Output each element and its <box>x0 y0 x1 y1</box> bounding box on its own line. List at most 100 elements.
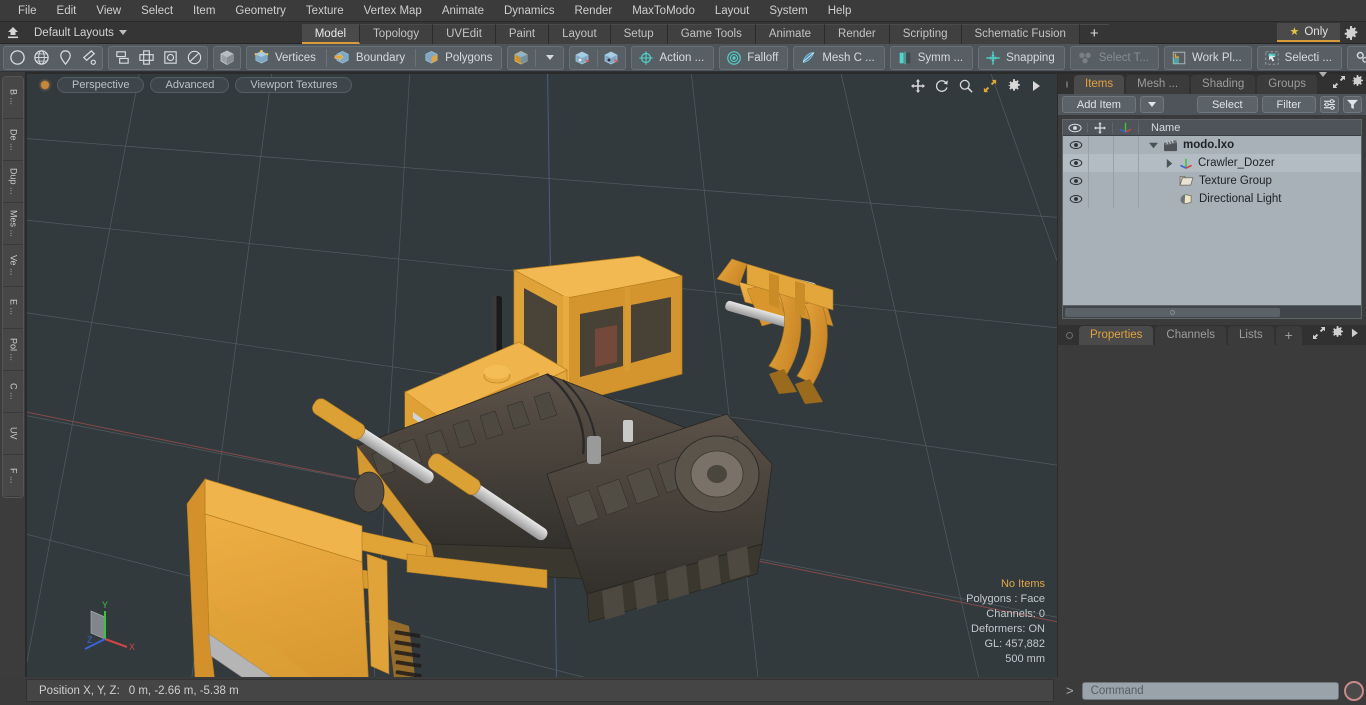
filter-button[interactable]: Filter <box>1261 96 1316 113</box>
tree-item-directional-light[interactable]: Directional Light <box>1139 193 1281 205</box>
sidebar-item-uv[interactable]: UV <box>2 413 23 455</box>
cube-grey-icon[interactable] <box>215 47 239 69</box>
funnel-icon[interactable] <box>1343 96 1362 113</box>
scrollbar-thumb[interactable] <box>1065 308 1280 317</box>
menu-item-file[interactable]: File <box>8 0 47 22</box>
home-up-icon[interactable] <box>2 23 24 43</box>
sidebar-item-curve[interactable]: C ... <box>2 371 23 413</box>
cube-pick-a-icon[interactable] <box>571 47 595 69</box>
square-dot-icon[interactable] <box>158 47 182 69</box>
sidebar-item-basic[interactable]: B ... <box>2 77 23 119</box>
row-move-cell[interactable] <box>1088 190 1113 208</box>
falloff-button[interactable]: Falloff <box>721 47 786 69</box>
arrow-right-icon[interactable] <box>1031 79 1041 96</box>
tab-topology[interactable]: Topology <box>360 23 434 44</box>
row-axis-cell[interactable] <box>1113 154 1139 172</box>
tab-uvedit[interactable]: UVEdit <box>433 23 496 44</box>
menu-item-item[interactable]: Item <box>183 0 225 22</box>
circle-slash-icon[interactable] <box>182 47 206 69</box>
sidebar-item-vertex[interactable]: Ve ... <box>2 245 23 287</box>
properties-menu-dot[interactable] <box>1066 332 1073 339</box>
menu-item-layout[interactable]: Layout <box>705 0 760 22</box>
sidebar-item-fusion[interactable]: F ... <box>2 455 23 497</box>
gear-icon[interactable] <box>1351 75 1364 91</box>
kits-button[interactable]: Kits <box>1349 47 1366 69</box>
expand-icon[interactable] <box>1332 75 1345 91</box>
tree-item-texture-group[interactable]: Texture Group <box>1139 175 1272 187</box>
expand-icon[interactable] <box>1313 326 1325 342</box>
pan-icon[interactable] <box>911 79 925 96</box>
table-row[interactable]: Crawler_Dozer <box>1063 154 1361 172</box>
sidebar-item-deform[interactable]: De ... <box>2 119 23 161</box>
tab-lists[interactable]: Lists <box>1228 326 1274 345</box>
panel-menu-dot[interactable] <box>1066 81 1068 88</box>
lasso-icon[interactable] <box>53 47 77 69</box>
work-plane-button[interactable]: Work Pl... <box>1166 47 1250 69</box>
menu-item-dynamics[interactable]: Dynamics <box>494 0 564 22</box>
menu-item-select[interactable]: Select <box>131 0 183 22</box>
tab-channels[interactable]: Channels <box>1155 326 1227 345</box>
row-visibility-toggle[interactable] <box>1063 158 1088 168</box>
gear-icon[interactable] <box>1331 326 1344 342</box>
select-button[interactable]: Select <box>1196 96 1258 113</box>
mesh-constraint-button[interactable]: Mesh C ... <box>795 47 882 69</box>
tab-scripting[interactable]: Scripting <box>889 23 962 44</box>
menu-item-maxtomodo[interactable]: MaxToModo <box>622 0 705 22</box>
sidebar-item-mesh[interactable]: Mes ... <box>2 203 23 245</box>
tab-model[interactable]: Model <box>301 23 361 44</box>
tree-item-scene[interactable]: modo.lxo <box>1139 139 1234 152</box>
snapping-button[interactable]: Snapping <box>980 47 1063 69</box>
menu-item-vertex-map[interactable]: Vertex Map <box>354 0 432 22</box>
menu-item-edit[interactable]: Edit <box>47 0 87 22</box>
row-visibility-toggle[interactable] <box>1063 194 1088 204</box>
tab-layout[interactable]: Layout <box>549 23 611 44</box>
menu-item-texture[interactable]: Texture <box>296 0 354 22</box>
cube-pick-b-icon[interactable] <box>600 47 624 69</box>
vertices-button[interactable]: Vertices <box>248 47 324 69</box>
table-row[interactable]: Directional Light <box>1063 190 1361 208</box>
chevron-down-icon[interactable] <box>538 47 562 69</box>
row-move-cell[interactable] <box>1088 172 1113 190</box>
cube-item-icon[interactable] <box>509 47 533 69</box>
tab-properties[interactable]: Properties <box>1079 326 1154 345</box>
viewport-3d[interactable]: Perspective Advanced Viewport Textures N… <box>27 74 1057 677</box>
tab-groups[interactable]: Groups <box>1257 75 1317 94</box>
sidebar-item-edge[interactable]: E ... <box>2 287 23 329</box>
table-row[interactable]: modo.lxo <box>1063 136 1361 154</box>
list-options-icon[interactable] <box>1320 96 1339 113</box>
tab-paint[interactable]: Paint <box>495 23 550 44</box>
add-item-button[interactable]: Add Item <box>1062 96 1136 113</box>
tab-schematic-fusion[interactable]: Schematic Fusion <box>961 23 1080 44</box>
axis-gizmo[interactable]: X Y Z <box>75 591 145 661</box>
gear-icon[interactable] <box>1007 79 1021 96</box>
row-visibility-toggle[interactable] <box>1063 140 1088 150</box>
command-input[interactable]: Command <box>1081 681 1339 700</box>
menu-item-help[interactable]: Help <box>818 0 862 22</box>
row-move-cell[interactable] <box>1088 154 1113 172</box>
select-through-button[interactable]: Select T... <box>1072 47 1157 69</box>
menu-item-animate[interactable]: Animate <box>432 0 494 22</box>
row-axis-cell[interactable] <box>1113 172 1139 190</box>
row-axis-cell[interactable] <box>1113 190 1139 208</box>
viewport-camera-selector[interactable]: Perspective <box>57 77 145 93</box>
tab-render[interactable]: Render <box>825 23 890 44</box>
rotate-icon[interactable] <box>935 79 949 96</box>
viewport-shading-selector[interactable]: Advanced <box>150 77 230 93</box>
menu-item-view[interactable]: View <box>86 0 131 22</box>
fit-icon[interactable] <box>983 79 997 96</box>
chevron-down-icon[interactable] <box>1318 72 1327 89</box>
tab-shading[interactable]: Shading <box>1191 75 1256 94</box>
sidebar-item-duplicate[interactable]: Dup ... <box>2 161 23 203</box>
layout-selector[interactable]: Default Layouts <box>24 27 133 39</box>
tab-mesh[interactable]: Mesh ... <box>1126 75 1190 94</box>
add-properties-tab-button[interactable]: + <box>1275 326 1302 345</box>
viewport-active-dot[interactable] <box>41 81 49 89</box>
center-icon[interactable] <box>134 47 158 69</box>
tab-game-tools[interactable]: Game Tools <box>667 23 756 44</box>
menu-item-render[interactable]: Render <box>564 0 622 22</box>
gear-icon[interactable] <box>1340 25 1362 40</box>
menu-item-system[interactable]: System <box>759 0 817 22</box>
record-icon[interactable] <box>1344 680 1364 701</box>
align-icon[interactable] <box>110 47 134 69</box>
item-tree[interactable]: Name modo.lxo Crawler_Dozer Texture Grou… <box>1062 119 1362 319</box>
